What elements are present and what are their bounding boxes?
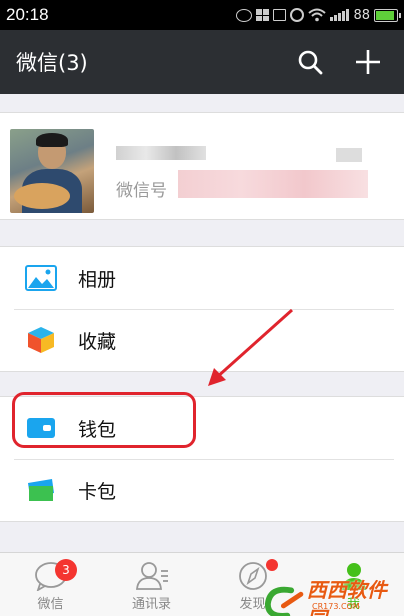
app-title: 微信(3)	[16, 51, 88, 75]
menu-item-wallet[interactable]: 钱包	[0, 397, 404, 459]
person-icon	[341, 563, 366, 590]
tab-me[interactable]: 我	[303, 553, 404, 616]
compass-icon	[238, 562, 267, 590]
plus-icon	[356, 50, 380, 74]
app-grid-icon	[256, 9, 270, 21]
tab-chats[interactable]: 3 微信	[0, 553, 101, 616]
battery-level	[376, 10, 394, 20]
search-icon	[298, 50, 323, 75]
battery-icon	[374, 8, 401, 22]
battery-percent: 88	[353, 7, 370, 23]
tab-label-discover: 发现	[239, 597, 266, 612]
menu-item-card-pack[interactable]: 卡包	[0, 459, 404, 521]
tab-label-chats: 微信	[37, 597, 64, 612]
tab-label-contacts: 通讯录	[131, 597, 171, 612]
profile-card[interactable]	[0, 112, 404, 220]
menu-group-album-favorites: 相册 收藏	[0, 246, 404, 372]
discover-dot-badge	[266, 559, 278, 571]
favorites-cube-icon	[24, 325, 58, 355]
add-button[interactable]	[348, 42, 388, 82]
tab-bar: 3 微信 通讯录 发现 我	[0, 552, 404, 616]
menu-group-wallet-cards: 钱包 卡包	[0, 396, 404, 522]
menu-label-album: 相册	[78, 268, 117, 291]
app-header: 微信(3)	[0, 30, 404, 94]
menu-label-wallet: 钱包	[78, 418, 117, 441]
avatar	[10, 129, 94, 213]
status-bar: 20:18 88	[0, 0, 404, 30]
alarm-clock-icon	[290, 8, 305, 22]
contacts-icon	[135, 562, 168, 590]
card-pack-icon	[24, 475, 58, 505]
photo-album-icon	[24, 263, 58, 293]
tab-discover[interactable]: 发现	[202, 553, 303, 616]
menu-item-album[interactable]: 相册	[0, 247, 404, 309]
tab-label-me: 我	[346, 597, 360, 612]
image-icon	[273, 9, 287, 21]
blurred-nickname	[116, 146, 206, 160]
menu-label-favorites: 收藏	[78, 330, 117, 353]
blurred-nickname-extra	[336, 148, 362, 162]
status-icons: 88	[236, 7, 401, 23]
wallet-icon	[24, 413, 58, 443]
wifi-icon	[308, 8, 327, 22]
status-time: 20:18	[6, 5, 49, 24]
menu-label-card-pack: 卡包	[78, 480, 117, 503]
unread-badge: 3	[55, 559, 77, 581]
signal-strength-icon	[330, 9, 350, 21]
tab-contacts[interactable]: 通讯录	[101, 553, 202, 616]
blurred-wechat-id	[178, 170, 368, 198]
search-button[interactable]	[290, 42, 330, 82]
menu-item-favorites[interactable]: 收藏	[0, 309, 404, 371]
message-notification-icon	[236, 8, 253, 22]
wechat-id-label: 微信号	[116, 181, 167, 201]
